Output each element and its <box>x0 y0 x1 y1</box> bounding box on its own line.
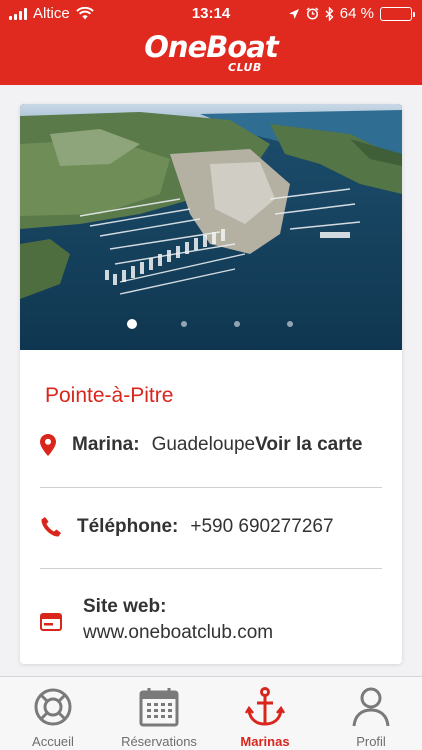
marina-value: Guadeloupe <box>151 434 256 455</box>
gallery-dot[interactable] <box>234 321 240 327</box>
phone-row: Téléphone: +590 690277267 <box>40 516 334 538</box>
gallery-pagination[interactable] <box>20 318 402 330</box>
bottom-tab-bar: Accueil Réservations Marinas Profil <box>0 676 422 750</box>
phone-label: Téléphone: <box>77 516 179 537</box>
marina-aerial-photo[interactable] <box>20 104 402 350</box>
tab-label: Réservations <box>121 734 197 749</box>
website-row: Site web: www.oneboatclub.com <box>40 596 273 644</box>
browser-window-icon <box>40 613 62 631</box>
divider <box>40 568 382 569</box>
marina-card: Pointe-à-Pitre Marina: Guadeloupe Voir l… <box>20 104 402 664</box>
alarm-icon <box>306 7 319 20</box>
anchor-icon <box>245 687 285 726</box>
battery-icon <box>380 6 415 21</box>
tab-label: Accueil <box>32 734 74 749</box>
app-header: Altice 13:14 64 % OneBoat CLUB <box>0 0 422 85</box>
calendar-icon <box>139 688 179 727</box>
gallery-dot[interactable] <box>181 321 187 327</box>
website-link[interactable]: www.oneboatclub.com <box>83 622 273 644</box>
person-icon <box>352 687 390 727</box>
marina-city-title: Pointe-à-Pitre <box>45 384 174 407</box>
gallery-dot[interactable] <box>287 321 293 327</box>
tab-accueil[interactable]: Accueil <box>0 677 106 750</box>
tab-label: Marinas <box>240 734 290 749</box>
website-label: Site web: <box>83 596 167 617</box>
marina-label: Marina: <box>72 434 140 455</box>
tab-profil[interactable]: Profil <box>318 677 422 750</box>
status-bar: Altice 13:14 64 % <box>0 0 422 28</box>
tab-reservations[interactable]: Réservations <box>106 677 212 750</box>
tab-label: Profil <box>356 734 386 749</box>
gallery-dot[interactable] <box>127 319 137 329</box>
phone-icon <box>41 517 61 537</box>
tab-marinas[interactable]: Marinas <box>212 677 318 750</box>
map-pin-icon <box>40 434 56 456</box>
lifebuoy-icon <box>34 688 72 726</box>
marina-location-row: Marina: Guadeloupe Voir la carte <box>40 434 363 456</box>
bluetooth-icon <box>325 6 334 21</box>
phone-number[interactable]: +590 690277267 <box>190 516 333 538</box>
view-map-link[interactable]: Voir la carte <box>255 434 362 456</box>
location-arrow-icon <box>288 8 299 19</box>
oneboat-club-logo: OneBoat CLUB <box>144 30 278 74</box>
divider <box>40 487 382 488</box>
battery-percent: 64 % <box>339 5 374 22</box>
